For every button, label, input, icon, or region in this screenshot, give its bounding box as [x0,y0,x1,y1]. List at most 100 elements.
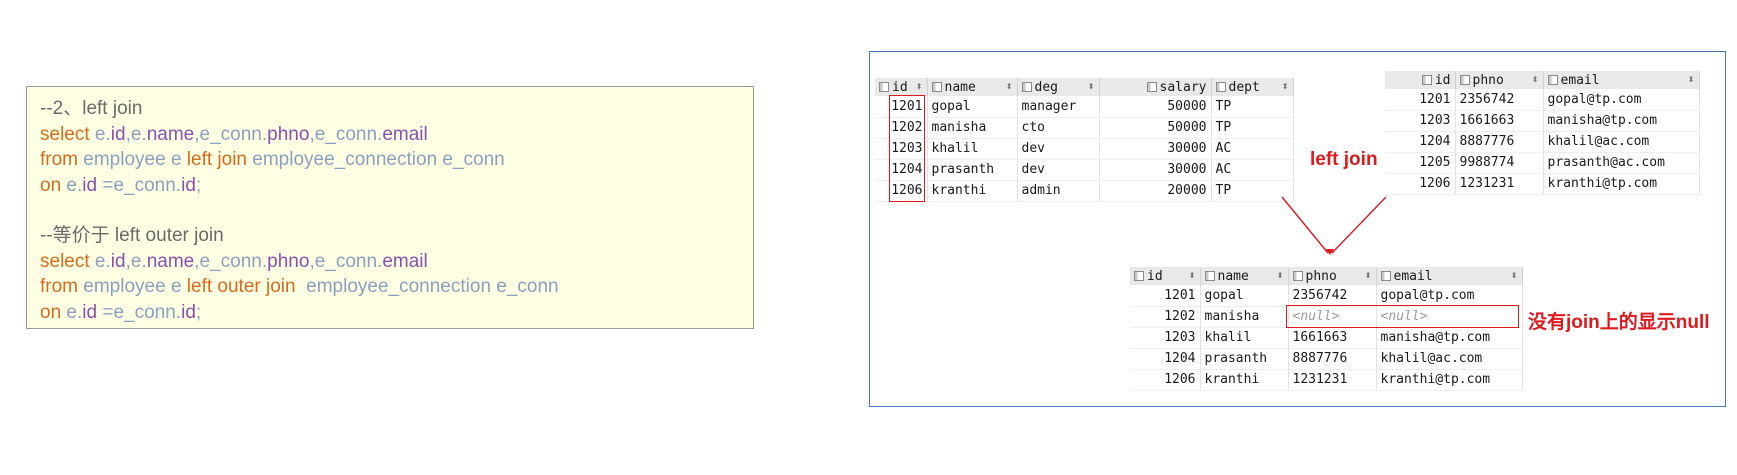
sort-icon[interactable]: ⬍ [1688,75,1695,84]
cell-id[interactable]: 1201 [1385,89,1456,111]
column-icon [1021,81,1032,92]
cell-id[interactable]: 1205 [1385,152,1456,174]
cell-id[interactable]: 1206 [1385,173,1456,195]
cell-phno[interactable]: 9988774 [1455,152,1544,174]
cell-id[interactable]: 1203 [1385,110,1456,132]
cell-phno[interactable]: 1661663 [1455,110,1544,132]
table-row[interactable]: 1203 1661663 manisha@tp.com [1385,110,1700,132]
cell-email[interactable]: manisha@tp.com [1376,327,1523,349]
cell-id[interactable]: 1206 [1130,369,1201,391]
cell-dept[interactable]: AC [1211,159,1294,181]
column-header-email[interactable]: email ⬍ [1376,267,1523,285]
sort-icon[interactable]: ⬍ [1365,271,1372,280]
cell-name[interactable]: kranthi [1200,369,1289,391]
table-row[interactable]: 1206 1231231 kranthi@tp.com [1385,173,1700,195]
column-icon [1292,270,1303,281]
column-header-id[interactable]: id [1385,71,1456,89]
table-row[interactable]: 1201 gopal 2356742 gopal@tp.com [1130,285,1523,307]
cell-salary[interactable]: 30000 [1099,159,1212,181]
cell-email[interactable]: gopal@tp.com [1543,89,1700,111]
sort-icon[interactable]: ⬍ [1532,75,1539,84]
cell-dept[interactable]: TP [1211,96,1294,118]
cell-id[interactable]: 1201 [1130,285,1201,307]
column-header-name[interactable]: name ⬍ [927,78,1018,96]
cell-salary[interactable]: 20000 [1099,180,1212,202]
table-row[interactable]: 1203 khalil 1661663 manisha@tp.com [1130,327,1523,349]
sort-icon[interactable]: ⬍ [1006,82,1013,91]
cell-salary[interactable]: 30000 [1099,138,1212,160]
cell-phno[interactable]: 1231231 [1288,369,1377,391]
table-row[interactable]: 1204 prasanth 8887776 khalil@ac.com [1130,348,1523,370]
cell-deg[interactable]: dev [1017,138,1100,160]
cell-name[interactable]: khalil [1200,327,1289,349]
connection-table[interactable]: id phno ⬍ email ⬍ 1201 2356742 gopal@tp.com … [1385,71,1700,195]
table-row[interactable]: 1201 2356742 gopal@tp.com [1385,89,1700,111]
cell-email[interactable]: prasanth@ac.com [1543,152,1700,174]
cell-deg[interactable]: dev [1017,159,1100,181]
sort-icon[interactable]: ⬍ [1511,271,1518,280]
sql-table: employee_connection e_conn [306,276,559,297]
employee-table[interactable]: id ⬍ name ⬍ deg ⬍ salary dept ⬍ 1201 gopal man… [875,78,1294,202]
table-row[interactable]: 1206 kranthi admin 20000 TP [875,180,1294,202]
cell-deg[interactable]: cto [1017,117,1100,139]
cell-deg[interactable]: manager [1017,96,1100,118]
cell-name[interactable]: prasanth [1200,348,1289,370]
cell-salary[interactable]: 50000 [1099,117,1212,139]
cell-email[interactable]: khalil@ac.com [1543,131,1700,153]
cell-name[interactable]: gopal [927,96,1018,118]
sort-icon[interactable]: ⬍ [1282,82,1289,91]
sort-icon[interactable]: ⬍ [1189,271,1196,280]
cell-id[interactable]: 1204 [1130,348,1201,370]
table-row[interactable]: 1204 8887776 khalil@ac.com [1385,131,1700,153]
cell-dept[interactable]: TP [1211,117,1294,139]
sort-icon[interactable]: ⬍ [1277,271,1284,280]
cell-salary[interactable]: 50000 [1099,96,1212,118]
column-header-name[interactable]: name ⬍ [1200,267,1289,285]
sort-icon[interactable]: ⬍ [1088,82,1095,91]
cell-id[interactable]: 1203 [1130,327,1201,349]
result-table[interactable]: id ⬍ name ⬍ phno ⬍ email ⬍ 1201 gopal 2356742 g… [1130,267,1523,391]
cell-email[interactable]: kranthi@tp.com [1376,369,1523,391]
table-row[interactable]: 1201 gopal manager 50000 TP [875,96,1294,118]
cell-name[interactable]: kranthi [927,180,1018,202]
table-row[interactable]: 1203 khalil dev 30000 AC [875,138,1294,160]
column-header-salary[interactable]: salary [1099,78,1212,96]
cell-phno[interactable]: 8887776 [1455,131,1544,153]
cell-name[interactable]: manisha [1200,306,1289,328]
column-header-label: phno [1305,268,1337,284]
column-header-phno[interactable]: phno ⬍ [1455,71,1544,89]
cell-id[interactable]: 1202 [1130,306,1201,328]
cell-email[interactable]: gopal@tp.com [1376,285,1523,307]
table-row[interactable]: 1206 kranthi 1231231 kranthi@tp.com [1130,369,1523,391]
cell-email[interactable]: khalil@ac.com [1376,348,1523,370]
cell-name[interactable]: khalil [927,138,1018,160]
cell-name[interactable]: prasanth [927,159,1018,181]
column-header-id[interactable]: id ⬍ [1130,267,1201,285]
cell-phno[interactable]: 2356742 [1288,285,1377,307]
cell-phno[interactable]: 8887776 [1288,348,1377,370]
cell-email[interactable]: kranthi@tp.com [1543,173,1700,195]
cell-deg[interactable]: admin [1017,180,1100,202]
join-arrow-icon [1281,196,1387,255]
table-row[interactable]: 1202 manisha cto 50000 TP [875,117,1294,139]
cell-phno[interactable]: 2356742 [1455,89,1544,111]
column-header-dept[interactable]: dept ⬍ [1211,78,1294,96]
column-header-phno[interactable]: phno ⬍ [1288,267,1377,285]
sql-code-panel[interactable]: --2、left join select e.id,e.name,e_conn.… [26,86,754,329]
cell-dept[interactable]: AC [1211,138,1294,160]
cell-name[interactable]: manisha [927,117,1018,139]
cell-email[interactable]: manisha@tp.com [1543,110,1700,132]
column-header-deg[interactable]: deg ⬍ [1017,78,1100,96]
column-header-id[interactable]: id ⬍ [875,78,928,96]
cell-phno[interactable]: 1661663 [1288,327,1377,349]
sort-icon[interactable]: ⬍ [916,82,923,91]
code-line-on-2: on e.id =e_conn.id; [40,300,753,326]
cell-id[interactable]: 1204 [1385,131,1456,153]
sql-terminator: ; [195,174,202,196]
table-row[interactable]: 1204 prasanth dev 30000 AC [875,159,1294,181]
cell-phno[interactable]: 1231231 [1455,173,1544,195]
table-row[interactable]: 1205 9988774 prasanth@ac.com [1385,152,1700,174]
column-header-email[interactable]: email ⬍ [1543,71,1700,89]
cell-name[interactable]: gopal [1200,285,1289,307]
